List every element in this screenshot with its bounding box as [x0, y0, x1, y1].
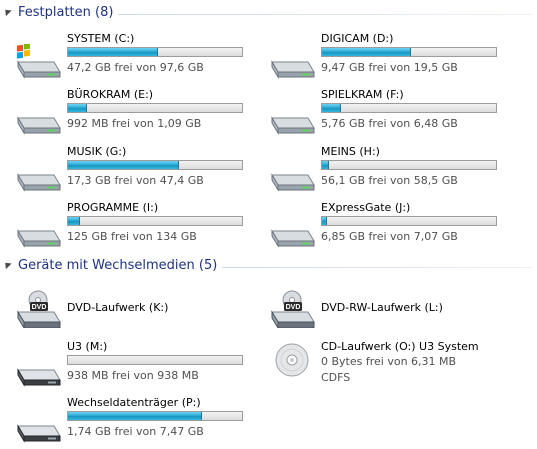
- drive-name: BÜROKRAM (E:): [67, 88, 154, 101]
- drive-usage-bar: [67, 355, 243, 365]
- removable-item-l[interactable]: DVD DVD-RW-Laufwerk (L:): [268, 284, 528, 336]
- drive-item-i[interactable]: PROGRAMME (I:) 125 GB frei von 134 GB: [14, 201, 274, 253]
- drive-free-space: 6,85 GB frei von 7,07 GB: [321, 230, 458, 243]
- drive-usage-bar: [321, 103, 497, 113]
- drive-name: SPIELKRAM (F:): [321, 88, 404, 101]
- drive-free-space: 9,47 GB frei von 19,5 GB: [321, 61, 458, 74]
- hard-drive-icon: [17, 116, 61, 135]
- drive-usage-fill: [322, 48, 411, 56]
- drive-item-c[interactable]: SYSTEM (C:) 47,2 GB frei von 97,6 GB: [14, 32, 274, 84]
- drive-name: CD-Laufwerk (O:) U3 System: [321, 340, 479, 353]
- drive-free-space: 0 Bytes frei von 6,31 MB: [321, 355, 457, 368]
- drive-name: SYSTEM (C:): [67, 32, 135, 45]
- drive-item-h[interactable]: MEINS (H:) 56,1 GB frei von 58,5 GB: [268, 145, 528, 197]
- drive-name: DVD-Laufwerk (K:): [67, 301, 169, 314]
- drive-name: Wechseldatenträger (P:): [67, 396, 201, 409]
- dvd-drive-icon: DVD: [17, 290, 61, 328]
- drive-usage-fill: [68, 412, 202, 420]
- hard-drive-icon: [271, 229, 315, 248]
- drive-item-f[interactable]: SPIELKRAM (F:) 5,76 GB frei von 6,48 GB: [268, 88, 528, 140]
- drive-name: DVD-RW-Laufwerk (L:): [321, 301, 443, 314]
- drive-usage-bar: [321, 160, 497, 170]
- drive-usage-fill: [68, 104, 88, 112]
- drive-usage-fill: [68, 48, 159, 56]
- svg-text:DVD: DVD: [286, 304, 301, 311]
- drive-item-e[interactable]: BÜROKRAM (E:) 992 MB frei von 1,09 GB: [14, 88, 274, 140]
- hard-drive-icon: [271, 116, 315, 135]
- usb-drive-icon: [17, 424, 61, 443]
- hard-drive-icon: [17, 229, 61, 248]
- removable-item-o[interactable]: CD-Laufwerk (O:) U3 System 0 Bytes frei …: [268, 340, 528, 392]
- collapse-arrow-icon[interactable]: [2, 259, 12, 270]
- drive-name: DIGICAM (D:): [321, 32, 394, 45]
- hard-drive-icon: [271, 60, 315, 79]
- removable-item-k[interactable]: DVD DVD-Laufwerk (K:): [14, 284, 274, 336]
- svg-text:DVD: DVD: [32, 304, 47, 311]
- drive-free-space: 5,76 GB frei von 6,48 GB: [321, 117, 458, 130]
- drive-name: MEINS (H:): [321, 145, 380, 158]
- drive-item-d[interactable]: DIGICAM (D:) 9,47 GB frei von 19,5 GB: [268, 32, 528, 84]
- group-divider: [118, 14, 533, 15]
- group-header-hard-drives[interactable]: Festplatten (8): [0, 3, 537, 25]
- drive-name: EXpressGate (J:): [321, 201, 411, 214]
- drive-name: U3 (M:): [67, 340, 108, 353]
- drive-filesystem: CDFS: [321, 371, 351, 384]
- drive-usage-bar: [67, 103, 243, 113]
- drive-free-space: 56,1 GB frei von 58,5 GB: [321, 174, 458, 187]
- drive-usage-bar: [67, 216, 243, 226]
- drive-free-space: 938 MB frei von 938 MB: [67, 369, 199, 382]
- drive-free-space: 47,2 GB frei von 97,6 GB: [67, 61, 204, 74]
- group-divider: [222, 267, 533, 268]
- removable-item-p[interactable]: Wechseldatenträger (P:) 1,74 GB frei von…: [14, 396, 274, 448]
- group-title: Festplatten (8): [18, 5, 114, 20]
- usb-drive-icon: [17, 368, 61, 387]
- cd-icon: [275, 343, 309, 377]
- drive-item-g[interactable]: MUSIK (G:) 17,3 GB frei von 47,4 GB: [14, 145, 274, 197]
- drive-usage-bar: [67, 47, 243, 57]
- drive-free-space: 992 MB frei von 1,09 GB: [67, 117, 202, 130]
- drive-usage-bar: [67, 160, 243, 170]
- drive-usage-fill: [322, 161, 329, 169]
- drive-usage-fill: [322, 104, 342, 112]
- drive-name: PROGRAMME (I:): [67, 201, 159, 214]
- windows-drive-icon: [17, 44, 61, 79]
- drive-usage-fill: [68, 161, 180, 169]
- removable-item-m[interactable]: U3 (M:) 938 MB frei von 938 MB: [14, 340, 274, 392]
- dvd-drive-icon: DVD: [271, 290, 315, 328]
- group-title: Geräte mit Wechselmedien (5): [18, 258, 218, 273]
- drive-usage-bar: [321, 216, 497, 226]
- collapse-arrow-icon[interactable]: [2, 6, 12, 17]
- drive-free-space: 125 GB frei von 134 GB: [67, 230, 197, 243]
- drive-usage-fill: [322, 217, 328, 225]
- drive-usage-bar: [321, 47, 497, 57]
- drive-free-space: 1,74 GB frei von 7,47 GB: [67, 425, 204, 438]
- drive-name: MUSIK (G:): [67, 145, 127, 158]
- drive-free-space: 17,3 GB frei von 47,4 GB: [67, 174, 204, 187]
- drive-usage-fill: [68, 217, 81, 225]
- hard-drive-icon: [271, 173, 315, 192]
- drive-usage-bar: [67, 411, 243, 421]
- hard-drive-icon: [17, 173, 61, 192]
- drive-item-j[interactable]: EXpressGate (J:) 6,85 GB frei von 7,07 G…: [268, 201, 528, 253]
- group-header-removable[interactable]: Geräte mit Wechselmedien (5): [0, 256, 537, 278]
